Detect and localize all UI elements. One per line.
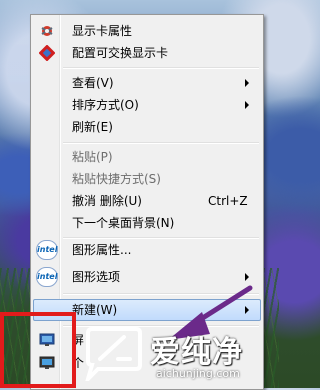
menu-item-shortcut: Ctrl+Z — [208, 194, 248, 208]
menu-separator — [63, 142, 259, 144]
menu-separator — [63, 67, 259, 69]
menu-item-next-desktop-background[interactable]: 下一个桌面背景(N) — [33, 212, 261, 234]
menu-item-label: 图形属性... — [72, 243, 132, 257]
highlight-box — [0, 312, 76, 388]
submenu-arrow-icon — [245, 101, 249, 109]
menu-item-label: 排序方式(O) — [72, 98, 139, 112]
display-card-icon — [41, 26, 53, 36]
menu-item-graphics-properties[interactable]: intel 图形属性... — [33, 239, 261, 261]
menu-item-label: 刷新(E) — [72, 120, 113, 134]
menu-item-label: 粘贴快捷方式(S) — [72, 172, 161, 186]
watermark-logo-icon — [85, 327, 142, 381]
menu-item-display-card-properties[interactable]: 显示卡属性 — [33, 20, 261, 42]
submenu-arrow-icon — [245, 273, 249, 281]
watermark-url: aichunjing.com — [156, 367, 240, 380]
menu-item-label: 新建(W) — [72, 303, 118, 317]
intel-logo-icon: intel — [36, 240, 58, 260]
menu-item-paste[interactable]: 粘贴(P) — [33, 146, 261, 168]
intel-logo-icon: intel — [36, 267, 58, 287]
menu-item-label: 下一个桌面背景(N) — [72, 216, 175, 230]
menu-item-refresh[interactable]: 刷新(E) — [33, 116, 261, 138]
menu-item-switchable-graphics[interactable]: 配置可交换显示卡 — [33, 42, 261, 64]
watermark-brand: 爱纯净 — [150, 335, 243, 370]
menu-item-label: 粘贴(P) — [72, 150, 113, 164]
menu-item-label: 显示卡属性 — [72, 24, 133, 38]
menu-item-view[interactable]: 查看(V) — [33, 72, 261, 94]
menu-item-paste-shortcut[interactable]: 粘贴快捷方式(S) — [33, 168, 261, 190]
submenu-arrow-icon — [245, 79, 249, 87]
menu-item-label: 配置可交换显示卡 — [72, 46, 169, 60]
menu-item-label: 撤消 删除(U) — [72, 194, 142, 208]
menu-item-sort-by[interactable]: 排序方式(O) — [33, 94, 261, 116]
switchable-graphics-icon — [39, 45, 55, 61]
menu-item-undo-delete[interactable]: 撤消 删除(U) Ctrl+Z — [33, 190, 261, 212]
watermark: 爱纯净 aichunjing.com — [84, 325, 279, 388]
menu-item-label: 查看(V) — [72, 76, 114, 90]
menu-item-label: 图形选项 — [72, 270, 121, 284]
